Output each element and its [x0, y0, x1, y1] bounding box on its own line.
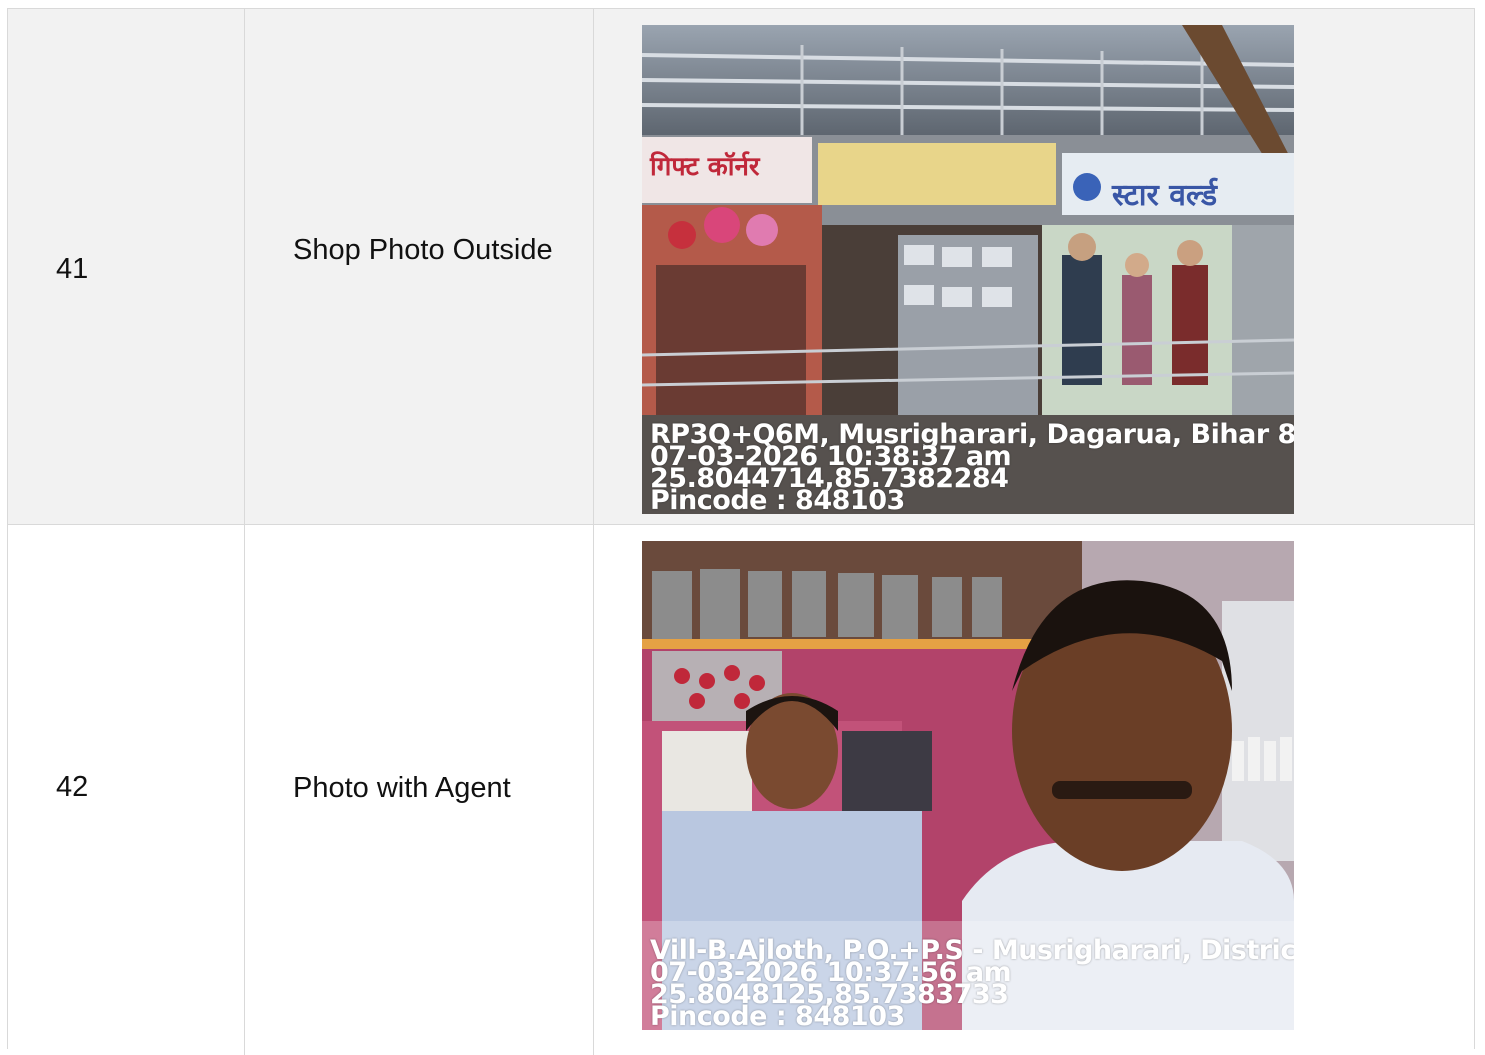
row-label: Photo with Agent: [293, 772, 511, 804]
column-divider: [244, 9, 245, 524]
svg-text:स्टार वर्ल्ड: स्टार वर्ल्ड: [1111, 177, 1218, 213]
photo-geotag-overlay: RP3Q+Q6M, Musrigharari, Dagarua, Bihar 8…: [650, 421, 1294, 514]
column-divider: [593, 525, 594, 1055]
agent-photo: Vill-B.Ajloth, P.O.+P.S - Musrigharari, …: [642, 541, 1294, 1030]
column-divider: [593, 9, 594, 524]
shop-photo: गिफ्ट कॉर्नर स्टार वर्ल्ड RP3Q+Q6M, Musr…: [642, 25, 1294, 514]
table-row: 41 Shop Photo Outside गिफ्ट कॉर्नर स्टार…: [8, 9, 1474, 525]
column-divider: [244, 525, 245, 1055]
row-number: 42: [56, 771, 89, 803]
photo-table: 41 Shop Photo Outside गिफ्ट कॉर्नर स्टार…: [7, 8, 1475, 1055]
row-number: 41: [56, 253, 89, 285]
row-label: Shop Photo Outside: [293, 234, 553, 266]
svg-text:गिफ्ट कॉर्नर: गिफ्ट कॉर्नर: [649, 151, 761, 182]
table-row: 42 Photo with Agent Vill-B.Ajloth, P.O.+…: [8, 525, 1474, 1055]
photo-geotag-overlay: Vill-B.Ajloth, P.O.+P.S - Musrigharari, …: [650, 937, 1294, 1030]
